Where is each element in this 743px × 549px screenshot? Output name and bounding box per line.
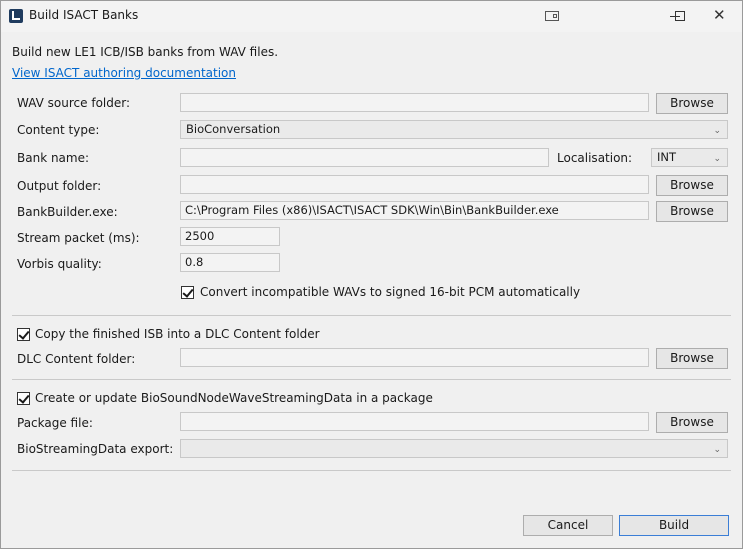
- chevron-down-icon: ⌄: [713, 154, 721, 164]
- bankbuilder-browse-button[interactable]: Browse: [656, 201, 728, 222]
- bank-name-input[interactable]: [180, 148, 549, 167]
- copy-dlc-label: Copy the finished ISB into a DLC Content…: [35, 327, 320, 341]
- build-isact-banks-window: Build ISACT Banks ✕ Build new LE1 ICB/IS…: [0, 0, 743, 549]
- chevron-down-icon: ⌄: [713, 445, 721, 455]
- localisation-value: INT: [657, 150, 677, 164]
- dlc-folder-label: DLC Content folder:: [17, 352, 136, 366]
- output-folder-browse-button[interactable]: Browse: [656, 175, 728, 196]
- separator: [12, 470, 731, 471]
- window-title: Build ISACT Banks: [29, 8, 139, 22]
- bankbuilder-input[interactable]: C:\Program Files (x86)\ISACT\ISACT SDK\W…: [180, 201, 649, 220]
- wav-source-browse-button[interactable]: Browse: [656, 93, 728, 114]
- close-button[interactable]: ✕: [696, 1, 742, 32]
- snap-layout-icon[interactable]: [545, 11, 559, 21]
- app-icon: [9, 9, 23, 23]
- title-bar: Build ISACT Banks ✕: [1, 1, 742, 32]
- maximize-icon: [675, 11, 685, 21]
- content-type-value: BioConversation: [186, 122, 281, 136]
- vorbis-quality-input[interactable]: 0.8: [180, 253, 280, 272]
- content-type-label: Content type:: [17, 123, 100, 137]
- streaming-export-select[interactable]: ⌄: [180, 439, 728, 458]
- localisation-select[interactable]: INT ⌄: [651, 148, 728, 167]
- content-type-select[interactable]: BioConversation ⌄: [180, 120, 728, 139]
- copy-dlc-checkbox[interactable]: [17, 328, 30, 341]
- build-button[interactable]: Build: [619, 515, 729, 536]
- package-file-label: Package file:: [17, 416, 93, 430]
- chevron-down-icon: ⌄: [713, 126, 721, 136]
- dlc-folder-browse-button[interactable]: Browse: [656, 348, 728, 369]
- wav-source-input[interactable]: [180, 93, 649, 112]
- output-folder-input[interactable]: [180, 175, 649, 194]
- stream-packet-input[interactable]: 2500: [180, 227, 280, 246]
- separator: [12, 379, 731, 380]
- localisation-label: Localisation:: [557, 151, 633, 165]
- close-icon: ✕: [713, 6, 726, 24]
- wav-source-label: WAV source folder:: [17, 96, 131, 110]
- description-text: Build new LE1 ICB/ISB banks from WAV fil…: [12, 45, 279, 59]
- separator: [12, 315, 731, 316]
- convert-checkbox[interactable]: [181, 286, 194, 299]
- bank-name-label: Bank name:: [17, 151, 90, 165]
- create-package-checkbox[interactable]: [17, 392, 30, 405]
- output-folder-label: Output folder:: [17, 179, 102, 193]
- cancel-button[interactable]: Cancel: [523, 515, 613, 536]
- bankbuilder-label: BankBuilder.exe:: [17, 205, 118, 219]
- stream-packet-label: Stream packet (ms):: [17, 231, 140, 245]
- documentation-link[interactable]: View ISACT authoring documentation: [12, 66, 236, 80]
- create-package-label: Create or update BioSoundNodeWaveStreami…: [35, 391, 433, 405]
- package-file-browse-button[interactable]: Browse: [656, 412, 728, 433]
- dlc-folder-input[interactable]: [180, 348, 649, 367]
- streaming-export-label: BioStreamingData export:: [17, 442, 174, 456]
- convert-label: Convert incompatible WAVs to signed 16-b…: [200, 285, 581, 299]
- vorbis-quality-label: Vorbis quality:: [17, 257, 102, 271]
- package-file-input[interactable]: [180, 412, 649, 431]
